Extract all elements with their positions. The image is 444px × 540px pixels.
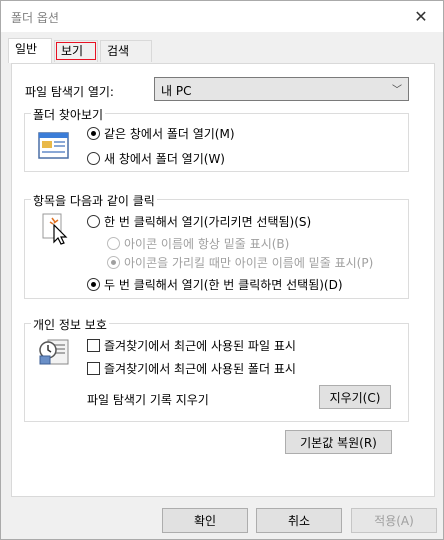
apply-button[interactable]: 적용(A)	[351, 508, 437, 533]
folder-options-dialog: 폴더 옵션 ✕ 일반 보기 검색 파일 탐색기 열기: 내 PC ﹀ 폴더 찾아…	[0, 0, 444, 540]
privacy-title: 개인 정보 보호	[31, 316, 109, 333]
radio-dot	[107, 237, 120, 250]
click-items-title: 항목을 다음과 같이 클릭	[31, 192, 157, 209]
tab-view-label: 보기	[61, 44, 84, 58]
tab-view[interactable]: 보기	[54, 40, 98, 62]
radio-underline-hover-label: 아이콘을 가리킬 때만 아이콘 이름에 밑줄 표시(P)	[124, 256, 374, 270]
cancel-button-label: 취소	[287, 514, 311, 528]
cursor-click-icon	[42, 213, 68, 245]
checkbox-recent-files[interactable]: 즐겨찾기에서 최근에 사용된 파일 표시	[87, 337, 296, 354]
title-bar: 폴더 옵션 ✕	[1, 1, 443, 32]
checkbox-recent-folders[interactable]: 즐겨찾기에서 최근에 사용된 폴더 표시	[87, 360, 296, 377]
clear-button[interactable]: 지우기(C)	[319, 385, 391, 409]
radio-dot	[87, 127, 100, 140]
explorer-open-label: 파일 탐색기 열기:	[25, 85, 114, 99]
tab-search-label: 검색	[107, 44, 130, 58]
ok-button-label: 확인	[193, 514, 217, 528]
folder-window-icon	[38, 132, 69, 159]
radio-dot	[87, 278, 100, 291]
browse-folders-title: 폴더 찾아보기	[31, 106, 106, 123]
radio-dot	[87, 152, 100, 165]
clear-history-label: 파일 탐색기 기록 지우기	[87, 393, 209, 407]
apply-button-label: 적용(A)	[374, 514, 414, 528]
radio-underline-always-label: 아이콘 이름에 항상 밑줄 표시(B)	[124, 237, 290, 251]
radio-double-click-label: 두 번 클릭해서 열기(한 번 클릭하면 선택됨)(D)	[104, 278, 343, 292]
radio-dot	[87, 215, 100, 228]
tab-general-label: 일반	[15, 42, 38, 56]
checkbox-box	[87, 339, 100, 352]
radio-underline-hover[interactable]: 아이콘을 가리킬 때만 아이콘 이름에 밑줄 표시(P)	[107, 254, 373, 271]
radio-dot	[107, 256, 120, 269]
radio-new-window[interactable]: 새 창에서 폴더 열기(W)	[87, 150, 225, 167]
radio-same-window-label: 같은 창에서 폴더 열기(M)	[104, 127, 235, 141]
tab-general[interactable]: 일반	[8, 38, 52, 63]
explorer-open-dropdown[interactable]: 내 PC ﹀	[154, 77, 409, 101]
checkbox-recent-files-label: 즐겨찾기에서 최근에 사용된 파일 표시	[104, 339, 296, 353]
close-icon: ✕	[414, 7, 428, 26]
restore-defaults-label: 기본값 복원(R)	[300, 435, 377, 450]
close-button[interactable]: ✕	[399, 1, 443, 32]
radio-new-window-label: 새 창에서 폴더 열기(W)	[104, 152, 225, 166]
explorer-open-value: 내 PC	[161, 84, 192, 98]
window-title: 폴더 옵션	[11, 11, 59, 25]
radio-underline-always[interactable]: 아이콘 이름에 항상 밑줄 표시(B)	[107, 235, 289, 252]
radio-double-click[interactable]: 두 번 클릭해서 열기(한 번 클릭하면 선택됨)(D)	[87, 276, 343, 293]
radio-same-window[interactable]: 같은 창에서 폴더 열기(M)	[87, 125, 235, 142]
cancel-button[interactable]: 취소	[256, 508, 342, 533]
checkbox-recent-folders-label: 즐겨찾기에서 최근에 사용된 폴더 표시	[104, 362, 296, 376]
tab-search[interactable]: 검색	[100, 40, 152, 62]
restore-defaults-button[interactable]: 기본값 복원(R)	[285, 430, 392, 454]
ok-button[interactable]: 확인	[162, 508, 248, 533]
radio-single-click-label: 한 번 클릭해서 열기(가리키면 선택됨)(S)	[104, 215, 312, 229]
checkbox-box	[87, 362, 100, 375]
radio-single-click[interactable]: 한 번 클릭해서 열기(가리키면 선택됨)(S)	[87, 213, 311, 230]
privacy-icon	[39, 339, 69, 365]
chevron-down-icon: ﹀	[392, 85, 402, 96]
clear-button-label: 지우기(C)	[329, 390, 381, 405]
